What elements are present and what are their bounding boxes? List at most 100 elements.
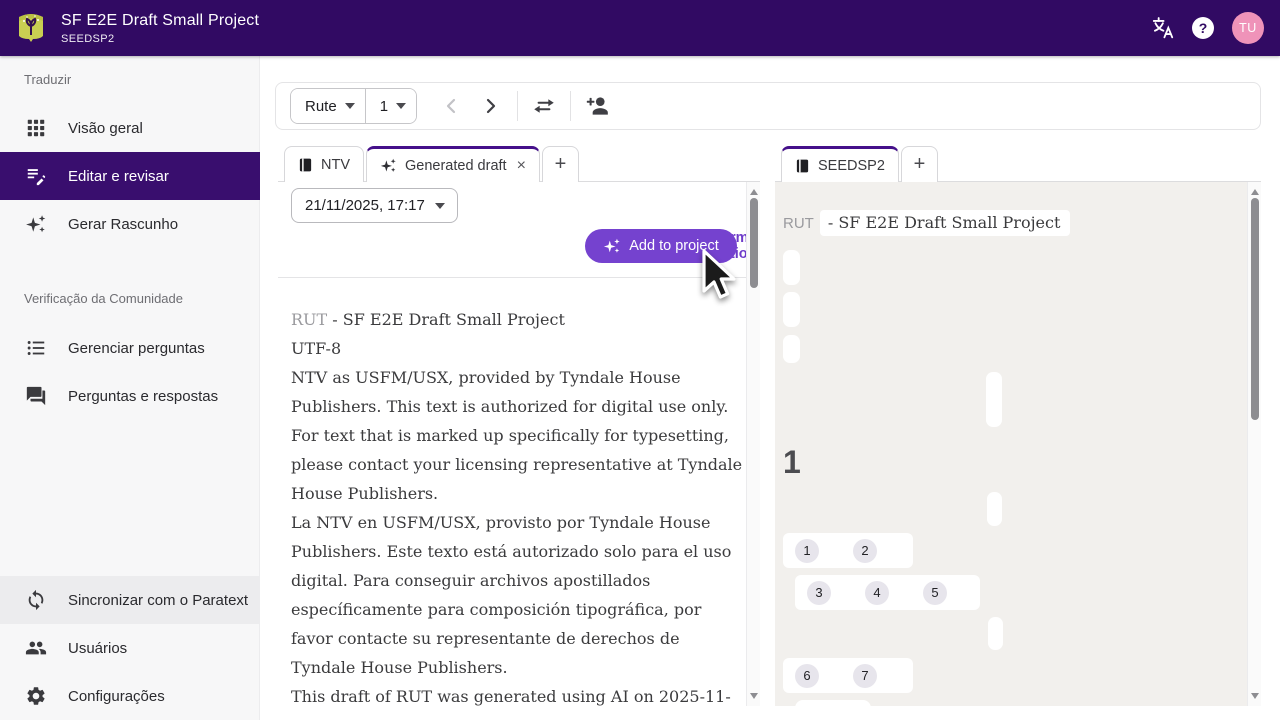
- scroll-down-icon[interactable]: [750, 693, 758, 699]
- chapter-number: 1: [783, 444, 801, 480]
- sidebar-item-label: Visão geral: [68, 119, 143, 137]
- sparkles-icon: [380, 157, 397, 174]
- doc-title-line: RUT - SF E2E Draft Small Project: [291, 310, 565, 329]
- previous-chapter-button[interactable]: [431, 86, 471, 126]
- sidebar-item-generate-draft[interactable]: Gerar Rascunho: [0, 200, 260, 248]
- project-panel-tabs: SEEDSP2 +: [775, 145, 1261, 182]
- people-icon: [24, 636, 48, 660]
- tab-ntv[interactable]: NTV: [284, 146, 364, 182]
- chevron-down-icon: [434, 202, 445, 209]
- help-icon: ?: [1192, 17, 1214, 39]
- skeleton-block: [988, 617, 1003, 650]
- add-to-project-button[interactable]: Add to project: [585, 229, 737, 263]
- sidebar-item-overview[interactable]: Visão geral: [0, 104, 260, 152]
- app-root: SF E2E Draft Small Project SEEDSP2 ? TU: [0, 0, 1280, 720]
- scroll-down-icon[interactable]: [1251, 693, 1259, 699]
- scrollbar[interactable]: [1247, 182, 1261, 706]
- verse-marker: 1: [795, 538, 819, 563]
- chevron-down-icon: [344, 103, 355, 109]
- draft-panel-tabs: NTV Generated draft × +: [278, 145, 760, 182]
- draft-editor[interactable]: 21/11/2025, 17:17 Formatting options Add…: [278, 182, 760, 706]
- close-tab-icon[interactable]: ×: [517, 157, 526, 174]
- doc-license-es: La NTV en USFM/USX, provisto por Tyndale…: [291, 513, 732, 677]
- draft-panel: NTV Generated draft × + 21/11/2025, 17:1…: [278, 145, 760, 706]
- list-icon: [24, 336, 48, 360]
- grid-icon: [24, 116, 48, 140]
- book-chapter-selector: Rute 1: [290, 88, 418, 124]
- project-title-line: RUT - SF E2E Draft Small Project: [783, 210, 1071, 236]
- toolbar-divider: [517, 91, 519, 121]
- scroll-up-icon[interactable]: [750, 189, 758, 195]
- sidebar-item-label: Gerenciar perguntas: [68, 339, 205, 357]
- chevron-left-icon: [446, 98, 456, 114]
- avatar[interactable]: TU: [1232, 12, 1264, 44]
- add-tab-button[interactable]: +: [541, 146, 579, 182]
- add-tab-button[interactable]: +: [900, 146, 938, 182]
- chapter-select[interactable]: 1: [364, 89, 417, 123]
- share-project-button[interactable]: [577, 86, 617, 126]
- sidebar-item-users[interactable]: Usuários: [0, 624, 260, 672]
- verse-marker: 2: [853, 538, 877, 563]
- scrollbar-thumb[interactable]: [750, 198, 758, 288]
- scroll-up-icon[interactable]: [1251, 189, 1259, 195]
- sidebar-item-label: Editar e revisar: [68, 167, 169, 185]
- sidebar-item-label: Usuários: [68, 639, 128, 657]
- verse-row: 6 7: [783, 658, 913, 693]
- skeleton-block: [783, 292, 800, 327]
- book-icon: [298, 157, 313, 173]
- next-chapter-button[interactable]: [471, 86, 511, 126]
- book-code-label: RUT: [291, 310, 328, 329]
- forum-icon: [24, 384, 48, 408]
- doc-license-en: NTV as USFM/USX, provided by Tyndale Hou…: [291, 368, 743, 503]
- sidebar-item-settings[interactable]: Configurações: [0, 672, 260, 720]
- scrollbar-thumb[interactable]: [1251, 198, 1259, 420]
- verse-row: 3 4 5: [795, 575, 980, 610]
- sidebar-section-community: Verificação da Comunidade: [24, 291, 183, 306]
- chevron-right-icon: [486, 98, 496, 114]
- app-header: SF E2E Draft Small Project SEEDSP2 ? TU: [0, 0, 1280, 56]
- toolbar-divider: [570, 91, 572, 121]
- help-button[interactable]: ?: [1183, 8, 1223, 48]
- book-icon: [795, 158, 810, 174]
- verse-marker: 6: [795, 663, 819, 688]
- tab-seedsp2[interactable]: SEEDSP2: [781, 146, 899, 182]
- sidebar-item-questions-answers[interactable]: Perguntas e respostas: [0, 372, 260, 420]
- sidebar-item-label: Sincronizar com o Paratext: [68, 591, 249, 609]
- verse-row: 1 2: [783, 533, 913, 568]
- sidebar-item-edit-review[interactable]: Editar e revisar: [0, 152, 260, 200]
- project-code: SEEDSP2: [61, 33, 115, 45]
- project-panel: SEEDSP2 + RUT - SF E2E Draft Small Proje…: [775, 145, 1261, 706]
- header-titles: SF E2E Draft Small Project SEEDSP2: [61, 11, 259, 45]
- translate-icon: [1152, 17, 1174, 39]
- swap-arrows-icon: [534, 99, 554, 113]
- project-title-box: - SF E2E Draft Small Project: [819, 210, 1071, 236]
- skeleton-block: [795, 700, 871, 706]
- sidebar-item-manage-questions[interactable]: Gerenciar perguntas: [0, 324, 260, 372]
- doc-encoding-line: UTF-8: [291, 339, 342, 358]
- page-title: SF E2E Draft Small Project: [61, 12, 260, 29]
- sparkles-icon: [604, 238, 620, 253]
- chapter-toolbar: Rute 1: [275, 82, 1261, 130]
- sidebar-item-label: Gerar Rascunho: [68, 215, 179, 233]
- sidebar-item-sync-paratext[interactable]: Sincronizar com o Paratext: [0, 576, 260, 624]
- draft-text: RUT - SF E2E Draft Small Project UTF-8 N…: [291, 305, 745, 706]
- verse-marker: 7: [853, 663, 877, 688]
- chevron-down-icon: [396, 103, 407, 109]
- verse-marker: 3: [807, 580, 831, 605]
- draft-date-select[interactable]: 21/11/2025, 17:17: [291, 188, 458, 223]
- book-select[interactable]: Rute: [291, 89, 365, 123]
- sparkles-icon: [24, 212, 48, 236]
- person-add-icon: [586, 97, 608, 115]
- verse-marker: 5: [923, 580, 947, 605]
- project-editor[interactable]: RUT - SF E2E Draft Small Project 1 1 2 3…: [775, 182, 1261, 706]
- swap-panels-button[interactable]: [524, 86, 564, 126]
- language-button[interactable]: [1143, 8, 1183, 48]
- tab-generated-draft[interactable]: Generated draft ×: [366, 146, 540, 182]
- scrollbar[interactable]: [746, 182, 760, 706]
- book-code-label: RUT: [783, 214, 814, 232]
- sync-icon: [24, 588, 48, 612]
- sidebar-section-translate: Traduzir: [24, 72, 72, 87]
- sidebar-item-label: Configurações: [68, 687, 165, 705]
- skeleton-block: [783, 250, 800, 285]
- verse-marker: 4: [865, 580, 889, 605]
